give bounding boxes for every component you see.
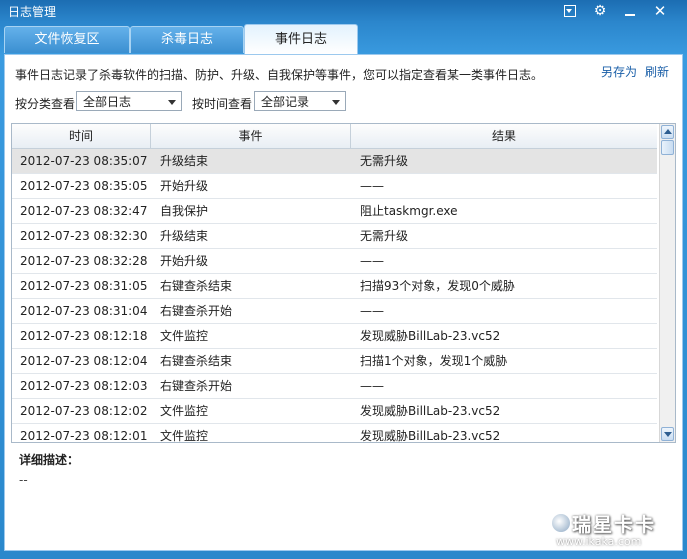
cell-time: 2012-07-23 08:12:04 [20,354,148,368]
scroll-down-button[interactable] [661,427,674,441]
table-row[interactable]: 2012-07-23 08:12:03 右键查杀开始 —— [12,374,657,399]
cell-event: 升级结束 [160,229,209,243]
event-table: 时间 事件 结果 2012-07-23 08:35:07 升级结束 无需升级 2012… [11,123,676,443]
detail-value: -- [19,473,28,487]
cell-result: —— [360,304,384,318]
cell-event: 右键查杀开始 [160,304,233,318]
table-row[interactable]: 2012-07-23 08:12:18 文件监控 发现威胁BillLab-23.vc… [12,324,657,349]
rising-logo-icon [552,514,570,532]
vertical-scrollbar[interactable] [659,124,675,442]
watermark-logo: 瑞星卡卡 www.ikaka.com [552,508,682,550]
scroll-up-button[interactable] [661,125,674,139]
cell-time: 2012-07-23 08:35:05 [20,179,148,193]
table-row[interactable]: 2012-07-23 08:12:01 文件监控 发现威胁BillLab-23.vc… [12,424,657,443]
tab-event-log[interactable]: 事件日志 [244,24,358,54]
cell-result: 阻止taskmgr.exe [360,204,458,218]
table-row[interactable]: 2012-07-23 08:12:04 右键查杀结束 扫描1个对象，发现1个威胁 [12,349,657,374]
cell-time: 2012-07-23 08:35:07 [20,154,148,168]
window-title: 日志管理 [8,5,57,19]
cell-time: 2012-07-23 08:31:05 [20,279,148,293]
time-select-value: 全部记录 [261,95,310,109]
cell-time: 2012-07-23 08:12:01 [20,429,148,443]
table-row[interactable]: 2012-07-23 08:32:47 自我保护 阻止taskmgr.exe [12,199,657,224]
cell-event: 右键查杀开始 [160,379,233,393]
cell-event: 右键查杀结束 [160,279,233,293]
title-bar[interactable]: 日志管理 ⚙ ✕ [0,0,687,22]
chevron-down-icon [168,100,176,105]
tab-virus-log[interactable]: 杀毒日志 [130,26,244,53]
refresh-link[interactable]: 刷新 [645,63,669,80]
cell-result: —— [360,254,384,268]
cell-time: 2012-07-23 08:32:47 [20,204,148,218]
column-header-result[interactable]: 结果 [351,124,657,148]
cell-result: 无需升级 [360,154,409,168]
detail-label: 详细描述： [19,453,80,467]
menu-icon[interactable] [562,3,578,19]
cell-time: 2012-07-23 08:31:04 [20,304,148,318]
tab-bar: 文件恢复区 杀毒日志 事件日志 [0,24,687,54]
description-text: 事件日志记录了杀毒软件的扫描、防护、升级、自我保护等事件，您可以指定查看某一类事… [15,68,544,82]
cell-event: 文件监控 [160,329,209,343]
cell-result: 发现威胁BillLab-23.vc52 [360,429,501,443]
cell-result: 扫描1个对象，发现1个威胁 [360,354,508,368]
category-select[interactable]: 全部日志 [76,91,182,111]
table-row[interactable]: 2012-07-23 08:35:07 升级结束 无需升级 [12,149,657,174]
table-row[interactable]: 2012-07-23 08:12:02 文件监控 发现威胁BillLab-23.vc… [12,399,657,424]
cell-event: 右键查杀结束 [160,354,233,368]
cell-event: 自我保护 [160,204,209,218]
cell-time: 2012-07-23 08:12:02 [20,404,148,418]
tab-file-recovery[interactable]: 文件恢复区 [4,26,130,53]
time-select[interactable]: 全部记录 [254,91,346,111]
gear-icon[interactable]: ⚙ [592,3,608,19]
table-row[interactable]: 2012-07-23 08:31:05 右键查杀结束 扫描93个对象，发现0个威胁 [12,274,657,299]
cell-time: 2012-07-23 08:32:30 [20,229,148,243]
column-header-time[interactable]: 时间 [12,124,151,148]
category-select-value: 全部日志 [83,95,132,109]
cell-result: 无需升级 [360,229,409,243]
table-row[interactable]: 2012-07-23 08:32:30 升级结束 无需升级 [12,224,657,249]
table-body: 2012-07-23 08:35:07 升级结束 无需升级 2012-07-23 08… [12,149,657,443]
category-filter-label: 按分类查看 [15,97,76,111]
cell-time: 2012-07-23 08:12:18 [20,329,148,343]
cell-result: 发现威胁BillLab-23.vc52 [360,404,501,418]
cell-event: 升级结束 [160,154,209,168]
cell-event: 文件监控 [160,404,209,418]
watermark-url: www.ikaka.com [556,535,642,548]
cell-result: 发现威胁BillLab-23.vc52 [360,329,501,343]
cell-event: 开始升级 [160,254,209,268]
save-as-link[interactable]: 另存为 [601,63,637,80]
column-header-event[interactable]: 事件 [151,124,351,148]
cell-event: 开始升级 [160,179,209,193]
table-header: 时间 事件 结果 [12,124,657,149]
chevron-down-icon [332,100,340,105]
minimize-icon[interactable] [622,3,638,19]
close-icon[interactable]: ✕ [652,3,668,19]
scroll-thumb[interactable] [661,140,674,155]
cell-result: —— [360,379,384,393]
cell-event: 文件监控 [160,429,209,443]
cell-time: 2012-07-23 08:32:28 [20,254,148,268]
table-row[interactable]: 2012-07-23 08:31:04 右键查杀开始 —— [12,299,657,324]
table-row[interactable]: 2012-07-23 08:32:28 开始升级 —— [12,249,657,274]
cell-time: 2012-07-23 08:12:03 [20,379,148,393]
table-row[interactable]: 2012-07-23 08:35:05 开始升级 —— [12,174,657,199]
time-filter-label: 按时间查看 [192,97,253,111]
cell-result: 扫描93个对象，发现0个威胁 [360,279,515,293]
event-log-panel: 事件日志记录了杀毒软件的扫描、防护、升级、自我保护等事件，您可以指定查看某一类事… [4,54,683,551]
cell-result: —— [360,179,384,193]
log-manager-window: 日志管理 ⚙ ✕ 文件恢复区 杀毒日志 事件日志 事件日志记录了杀毒软件的扫描、… [0,0,687,559]
watermark-text: 瑞星卡卡 [572,514,657,536]
